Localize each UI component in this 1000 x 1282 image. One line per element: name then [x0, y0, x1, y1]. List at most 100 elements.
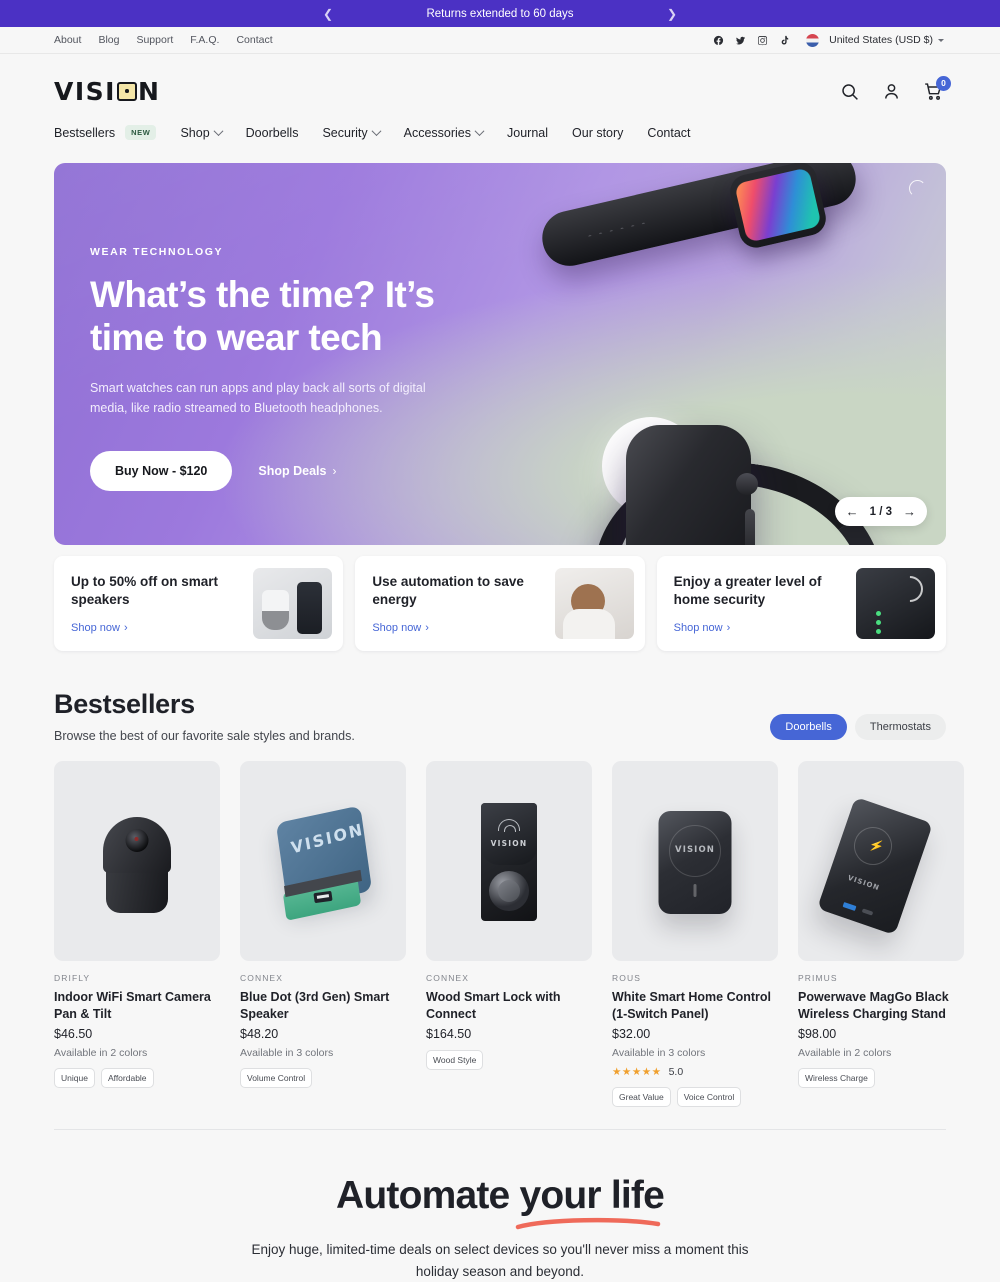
chevron-down-icon: [474, 126, 485, 137]
nav-label: Journal: [507, 125, 549, 140]
hero-title: What’s the time? It’s time to wear tech: [90, 274, 435, 358]
site-header: VISIN 0 Bestsellers NEW Shop Doorbells: [0, 54, 1000, 151]
product-name[interactable]: Wood Smart Lock with Connect: [426, 989, 592, 1022]
twitter-icon[interactable]: [734, 34, 746, 46]
promo-text: Up to 50% off on smart speakers Shop now…: [71, 573, 253, 634]
keypad-lock-image: [855, 568, 935, 639]
nav-item-contact[interactable]: Contact: [647, 126, 690, 140]
nav-item-accessories[interactable]: Accessories: [403, 125, 485, 140]
facebook-icon[interactable]: [712, 34, 724, 46]
product-rating: ★★★★★ 5.0: [612, 1066, 778, 1078]
product-card: ⚡ VISION PRIMUS Powerwave MagGo Black Wi…: [798, 761, 964, 1107]
blue-cube-speaker-image[interactable]: VISION: [240, 761, 406, 961]
promo-shop-now-link[interactable]: Shop now ›: [71, 622, 253, 634]
buy-now-button[interactable]: Buy Now - $120: [90, 451, 233, 492]
country-selector[interactable]: United States (USD $): [829, 34, 944, 46]
nav-item-our-story[interactable]: Our story: [572, 126, 623, 140]
product-price: $164.50: [426, 1027, 472, 1042]
hero-next-button[interactable]: →: [903, 505, 916, 518]
product-colors: Available in 2 colors: [798, 1047, 892, 1060]
smart-lock-image[interactable]: VISION: [426, 761, 592, 961]
utility-link-contact[interactable]: Contact: [236, 34, 272, 46]
promo-card-security[interactable]: Enjoy a greater level of home security S…: [656, 556, 946, 651]
filter-chip-thermostats[interactable]: Thermostats: [854, 714, 946, 740]
nav-item-bestsellers[interactable]: Bestsellers NEW: [54, 125, 157, 140]
product-tag[interactable]: Wood Style: [426, 1050, 484, 1071]
automate-title: Automate your life: [336, 1174, 665, 1230]
promo-card-row: Up to 50% off on smart speakers Shop now…: [54, 556, 946, 651]
announcement-text: Returns extended to 60 days: [426, 7, 574, 20]
account-icon[interactable]: [881, 81, 902, 102]
chevron-right-icon: ›: [332, 464, 337, 479]
logo[interactable]: VISI N: [54, 77, 160, 106]
utility-link-about[interactable]: About: [54, 34, 81, 46]
hero-slide-counter: 1 / 3: [869, 505, 892, 518]
product-name[interactable]: Powerwave MagGo Black Wireless Charging …: [798, 989, 964, 1022]
nav-item-security[interactable]: Security: [322, 125, 382, 140]
nav-label: Shop: [180, 125, 210, 140]
product-name[interactable]: Blue Dot (3rd Gen) Smart Speaker: [240, 989, 406, 1022]
nav-label: Security: [322, 125, 368, 140]
cart-count-badge: 0: [936, 75, 951, 91]
promo-shop-now-link[interactable]: Shop now ›: [372, 622, 554, 634]
promo-title: Up to 50% off on smart speakers: [71, 573, 219, 607]
product-brand: CONNEX: [240, 973, 283, 983]
star-rating-icon: ★★★★★: [612, 1066, 662, 1079]
page-title: Bestsellers: [54, 689, 195, 719]
nav-item-shop[interactable]: Shop: [180, 125, 224, 140]
promo-card-speakers[interactable]: Up to 50% off on smart speakers Shop now…: [54, 556, 344, 651]
utility-link-support[interactable]: Support: [136, 34, 173, 46]
product-tag[interactable]: Affordable: [100, 1068, 154, 1089]
chevron-right-icon: ›: [123, 622, 128, 635]
logo-text: VISI N: [54, 76, 161, 106]
product-tags: Wood Style: [426, 1050, 592, 1071]
hero-prev-button[interactable]: ←: [846, 505, 859, 518]
bestsellers-filter-chips: Doorbells Thermostats: [770, 714, 946, 740]
search-icon[interactable]: [839, 81, 860, 102]
announcement-prev-icon[interactable]: ❮: [318, 4, 338, 24]
chevron-down-icon: [213, 126, 224, 137]
shop-deals-link[interactable]: Shop Deals ›: [258, 464, 336, 478]
product-tag[interactable]: Great Value: [612, 1087, 671, 1108]
product-colors: Available in 3 colors: [612, 1047, 706, 1060]
us-flag-icon: [806, 33, 820, 47]
promo-text: Use automation to save energy Shop now ›: [372, 573, 554, 634]
product-name[interactable]: White Smart Home Control (1-Switch Panel…: [612, 989, 778, 1022]
nav-label: Bestsellers: [54, 125, 116, 140]
loading-spinner-icon: [909, 180, 926, 197]
woman-thermostat-image: [554, 568, 634, 639]
power-bank-image[interactable]: ⚡ VISION: [798, 761, 964, 961]
product-tag[interactable]: Volume Control: [240, 1068, 313, 1089]
hero-eyebrow: WEAR TECHNOLOGY: [90, 246, 224, 258]
product-card: DRIFLY Indoor WiFi Smart Camera Pan & Ti…: [54, 761, 220, 1107]
promo-link-label: Shop now: [71, 622, 120, 635]
product-card: VISION CONNEX Wood Smart Lock with Conne…: [426, 761, 592, 1107]
product-price: $48.20: [240, 1027, 279, 1042]
pan-tilt-camera-image[interactable]: [54, 761, 220, 961]
product-tag[interactable]: Voice Control: [676, 1087, 742, 1108]
magsafe-control-panel-image[interactable]: VISION: [612, 761, 778, 961]
product-brand: PRIMUS: [798, 973, 838, 983]
automate-title-part2: your life: [519, 1174, 664, 1218]
announcement-next-icon[interactable]: ❯: [662, 4, 682, 24]
nav-label: Accessories: [403, 125, 472, 140]
product-name[interactable]: Indoor WiFi Smart Camera Pan & Tilt: [54, 989, 220, 1022]
product-tag[interactable]: Wireless Charge: [798, 1068, 875, 1089]
hero-slider-pager: ← 1 / 3 →: [834, 497, 927, 526]
nav-item-journal[interactable]: Journal: [507, 126, 548, 140]
watch-side-button: [745, 509, 755, 545]
tiktok-icon[interactable]: [778, 34, 790, 46]
header-top-row: VISI N 0: [54, 68, 951, 114]
product-tags: Unique Affordable: [54, 1068, 220, 1089]
promo-shop-now-link[interactable]: Shop now ›: [674, 622, 856, 634]
filter-chip-doorbells[interactable]: Doorbells: [770, 714, 847, 740]
promo-card-automation[interactable]: Use automation to save energy Shop now ›: [355, 556, 645, 651]
utility-link-blog[interactable]: Blog: [98, 34, 119, 46]
cart-icon[interactable]: 0: [923, 75, 951, 102]
product-tag[interactable]: Unique: [54, 1068, 95, 1089]
nav-item-doorbells[interactable]: Doorbells: [246, 126, 299, 140]
logo-o-mark: [116, 81, 137, 101]
instagram-icon[interactable]: [756, 34, 768, 46]
utility-link-faq[interactable]: F.A.Q.: [190, 34, 219, 46]
header-icons: 0: [839, 75, 951, 102]
